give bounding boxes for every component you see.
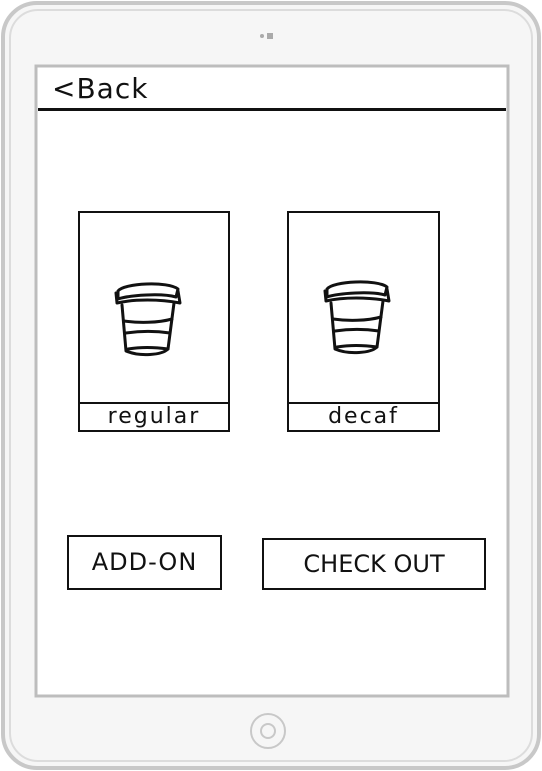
add-on-button[interactable]: ADD-ON: [67, 535, 222, 590]
product-tile-regular[interactable]: regular: [78, 211, 230, 432]
tile-label-bar: decaf: [289, 402, 438, 430]
back-button[interactable]: <Back: [52, 74, 148, 104]
tile-label-bar: regular: [80, 402, 228, 430]
coffee-cup-icon: [323, 280, 391, 355]
tile-label-decaf: decaf: [328, 404, 399, 429]
coffee-cup-icon: [114, 282, 182, 357]
tablet-device: <Back regular decaf ADD-ON CHECK OUT: [0, 0, 542, 771]
tile-label-regular: regular: [107, 404, 201, 429]
header-divider: [38, 108, 506, 111]
checkout-button[interactable]: CHECK OUT: [262, 538, 486, 590]
product-tile-decaf[interactable]: decaf: [287, 211, 440, 432]
app-screen: <Back regular decaf ADD-ON CHECK OUT: [38, 68, 506, 694]
